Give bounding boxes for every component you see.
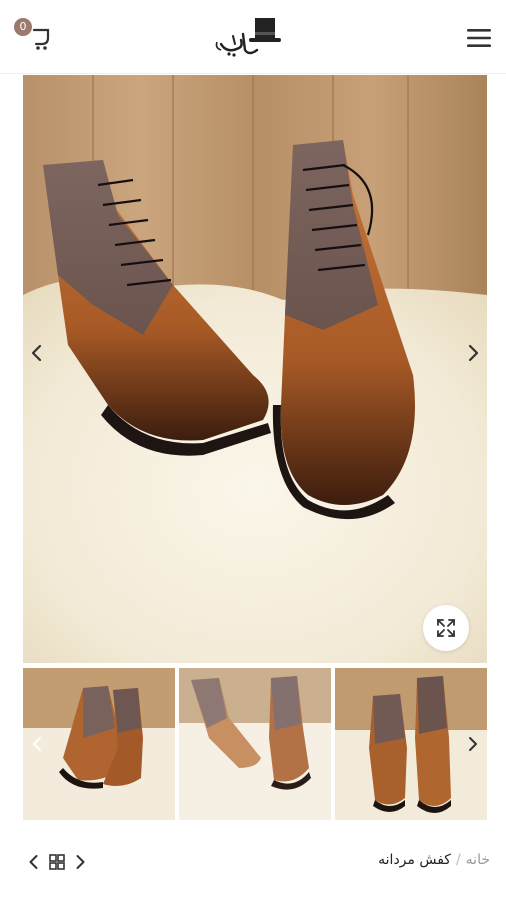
- next-product-button[interactable]: [70, 852, 90, 872]
- thumbnail-strip: [23, 668, 487, 820]
- menu-button[interactable]: [462, 24, 496, 52]
- thumb-next-arrow[interactable]: [461, 732, 485, 756]
- boots-thumbnail: [179, 668, 331, 820]
- chevron-left-icon: [31, 344, 42, 362]
- boots-photo: [23, 75, 487, 663]
- chevron-left-icon: [29, 855, 38, 869]
- product-nav-bar: خانه /کفش مردانه: [0, 836, 506, 890]
- chevron-right-icon: [468, 344, 479, 362]
- breadcrumb-separator: /: [455, 852, 461, 868]
- next-image-arrow[interactable]: [461, 341, 485, 365]
- chevron-left-icon: [33, 737, 41, 751]
- cart-count-badge: 0: [14, 18, 32, 36]
- back-to-shop-button[interactable]: [47, 852, 67, 872]
- top-hat-logo-icon: [215, 18, 281, 57]
- expand-icon: [437, 619, 455, 637]
- chevron-right-icon: [76, 855, 85, 869]
- site-logo[interactable]: [213, 14, 293, 60]
- breadcrumb-category-link[interactable]: کفش مردانه: [378, 852, 451, 868]
- thumbnail-3[interactable]: [335, 668, 487, 820]
- site-header: 0: [0, 0, 506, 74]
- thumb-prev-arrow[interactable]: [25, 732, 49, 756]
- prev-product-button[interactable]: [24, 852, 44, 872]
- hamburger-icon: [467, 29, 491, 47]
- fullscreen-button[interactable]: [423, 605, 469, 651]
- chevron-right-icon: [469, 737, 477, 751]
- grid-icon: [49, 854, 65, 870]
- thumbnail-2[interactable]: [179, 668, 331, 820]
- cart-button[interactable]: 0: [14, 18, 54, 52]
- breadcrumb-home-link[interactable]: خانه: [466, 852, 490, 868]
- product-main-image[interactable]: [23, 75, 487, 663]
- prev-image-arrow[interactable]: [25, 341, 49, 365]
- thumbnail-1[interactable]: [23, 668, 175, 820]
- breadcrumb: خانه /کفش مردانه: [378, 852, 490, 868]
